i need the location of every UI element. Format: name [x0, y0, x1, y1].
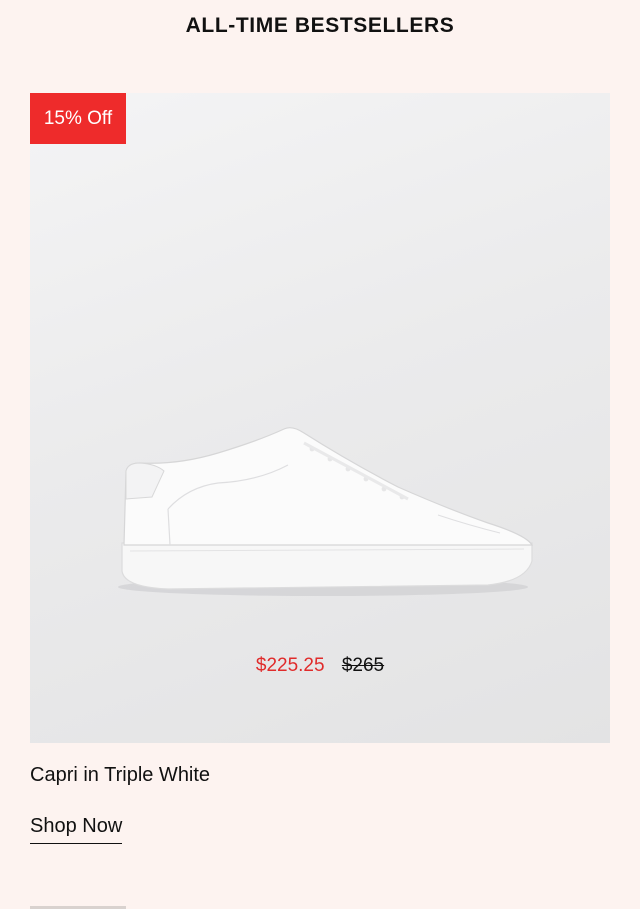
product-name[interactable]: Capri in Triple White	[30, 764, 210, 787]
product-card[interactable]: 15% Off $225.25 $265	[30, 93, 610, 743]
price-row: $225.25 $265	[30, 655, 610, 677]
original-price: $265	[341, 655, 385, 676]
section-title: ALL-TIME BESTSELLERS	[185, 14, 455, 37]
discount-badge: 15% Off	[30, 93, 126, 144]
shop-now-link[interactable]: Shop Now	[30, 815, 123, 844]
sale-price: $225.25	[255, 655, 325, 676]
sneaker-image[interactable]	[108, 425, 538, 605]
